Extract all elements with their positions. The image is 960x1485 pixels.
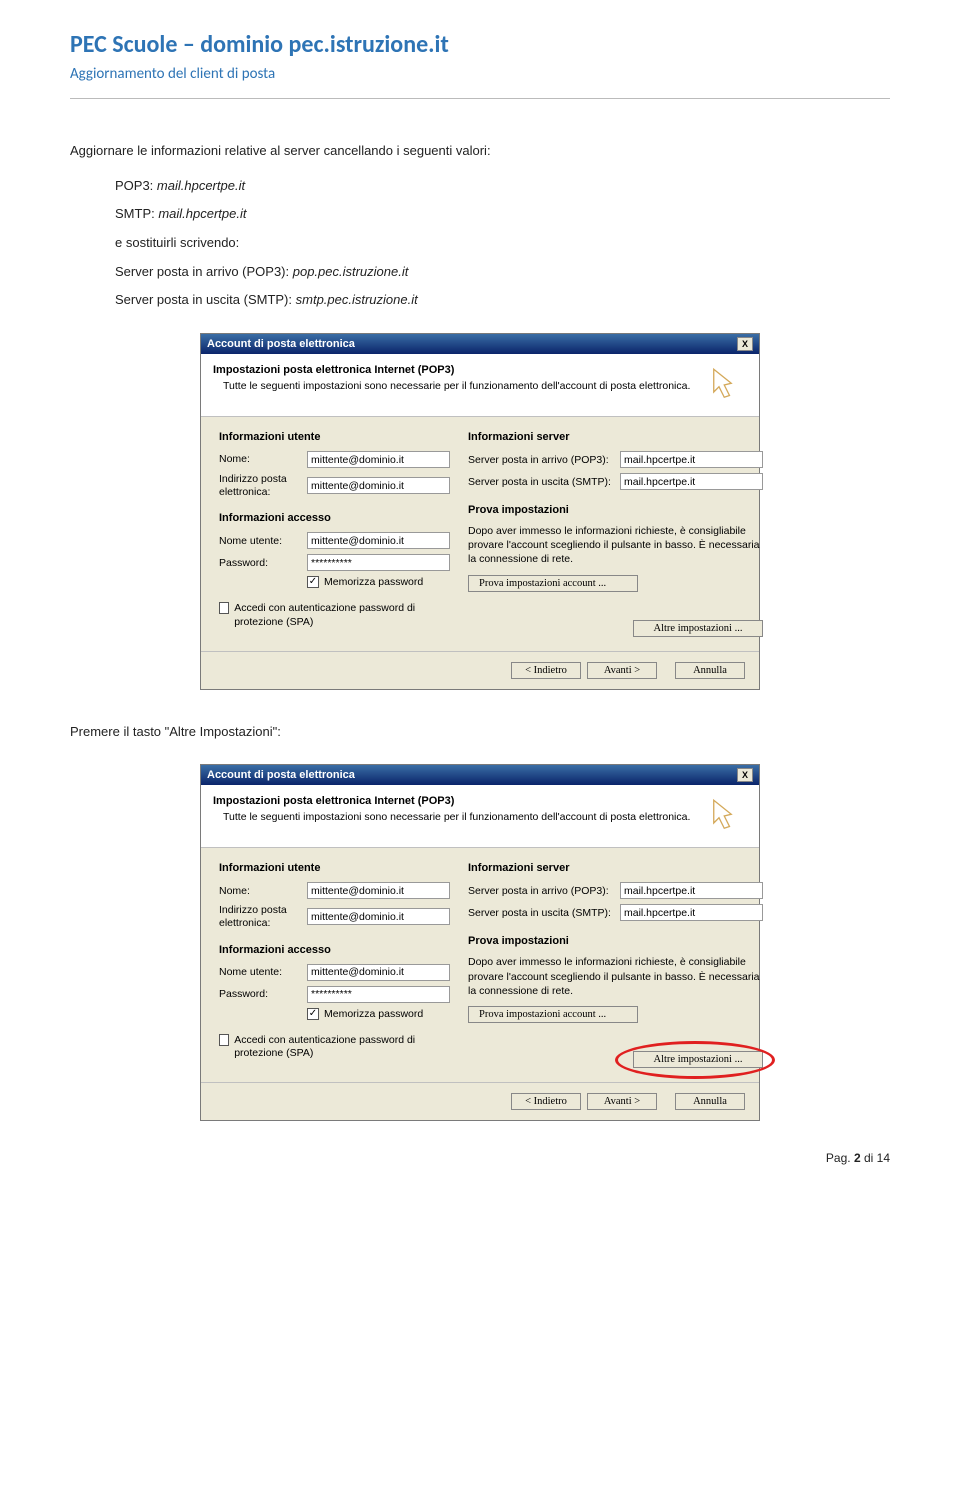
dialog-account-2: Account di posta elettronica X Impostazi… (200, 764, 760, 1121)
pop3-new-label: Server posta in arrivo (POP3): (115, 264, 293, 279)
page-number-post: di 14 (861, 1151, 890, 1165)
section-access-info-2: Informazioni accesso (219, 944, 450, 956)
cancel-button-2[interactable]: Annulla (675, 1093, 745, 1110)
checkbox-spa[interactable] (219, 602, 229, 614)
dialog-header-title: Impostazioni posta elettronica Internet … (213, 364, 695, 376)
label-pop-server-2: Server posta in arrivo (POP3): (468, 885, 616, 897)
input-nome[interactable] (307, 451, 450, 468)
section-test-settings: Prova impostazioni (468, 504, 763, 516)
input-smtp-server-2[interactable] (620, 904, 763, 921)
input-password-2[interactable] (307, 986, 450, 1003)
cursor-hand-icon-2 (705, 795, 747, 837)
smtp-new: Server posta in uscita (SMTP): smtp.pec.… (70, 288, 890, 313)
smtp-old: SMTP: mail.hpcertpe.it (70, 202, 890, 227)
dialog-header-desc-2: Tutte le seguenti impostazioni sono nece… (213, 811, 695, 825)
input-username[interactable] (307, 532, 450, 549)
more-settings-button-2[interactable]: Altre impostazioni ... (633, 1051, 763, 1068)
close-button[interactable]: X (737, 337, 753, 351)
input-email[interactable] (307, 477, 450, 494)
input-password[interactable] (307, 554, 450, 571)
label-nome-2: Nome: (219, 885, 301, 898)
label-password-2: Password: (219, 988, 301, 1001)
smtp-new-value: smtp.pec.istruzione.it (296, 292, 418, 307)
section-access-info: Informazioni accesso (219, 512, 450, 524)
label-email-2: Indirizzo posta elettronica: (219, 904, 301, 929)
label-remember-password: Memorizza password (324, 576, 423, 588)
section-server-info-2: Informazioni server (468, 862, 763, 874)
back-button-2[interactable]: < Indietro (511, 1093, 581, 1110)
intro-paragraph: Aggiornare le informazioni relative al s… (70, 139, 890, 164)
input-nome-2[interactable] (307, 882, 450, 899)
test-account-button-2[interactable]: Prova impostazioni account ... (468, 1006, 638, 1023)
pop3-old: POP3: mail.hpcertpe.it (70, 174, 890, 199)
smtp-label: SMTP: (115, 206, 158, 221)
dialog-footer-2: < Indietro Avanti > Annulla (201, 1082, 759, 1120)
pop3-new: Server posta in arrivo (POP3): pop.pec.i… (70, 260, 890, 285)
checkbox-remember-password[interactable] (307, 576, 319, 588)
input-smtp-server[interactable] (620, 473, 763, 490)
label-spa-2: Accedi con autenticazione password di pr… (234, 1034, 450, 1061)
label-username: Nome utente: (219, 535, 301, 548)
test-account-button[interactable]: Prova impostazioni account ... (468, 575, 638, 592)
label-smtp-server-2: Server posta in uscita (SMTP): (468, 907, 616, 919)
dialog-account-1: Account di posta elettronica X Impostazi… (200, 333, 760, 690)
test-settings-desc: Dopo aver immesso le informazioni richie… (468, 524, 763, 567)
dialog-title-text: Account di posta elettronica (207, 338, 355, 350)
section-user-info: Informazioni utente (219, 431, 450, 443)
test-settings-desc-2: Dopo aver immesso le informazioni richie… (468, 955, 763, 998)
label-spa: Accedi con autenticazione password di pr… (234, 602, 450, 629)
input-pop-server[interactable] (620, 451, 763, 468)
label-remember-password-2: Memorizza password (324, 1008, 423, 1020)
doc-title: PEC Scuole – dominio pec.istruzione.it (70, 30, 890, 59)
input-username-2[interactable] (307, 964, 450, 981)
cancel-button[interactable]: Annulla (675, 662, 745, 679)
checkbox-spa-2[interactable] (219, 1034, 229, 1046)
dialog-footer: < Indietro Avanti > Annulla (201, 651, 759, 689)
header-divider (70, 98, 890, 99)
dialog-header-desc: Tutte le seguenti impostazioni sono nece… (213, 380, 695, 394)
back-button[interactable]: < Indietro (511, 662, 581, 679)
section-test-settings-2: Prova impostazioni (468, 935, 763, 947)
smtp-value: mail.hpcertpe.it (158, 206, 246, 221)
close-button-2[interactable]: X (737, 768, 753, 782)
section-server-info: Informazioni server (468, 431, 763, 443)
dialog-titlebar-2: Account di posta elettronica X (201, 765, 759, 785)
dialog-titlebar: Account di posta elettronica X (201, 334, 759, 354)
input-pop-server-2[interactable] (620, 882, 763, 899)
more-settings-button[interactable]: Altre impostazioni ... (633, 620, 763, 637)
dialog-header-2: Impostazioni posta elettronica Internet … (201, 785, 759, 848)
replace-text: e sostituirli scrivendo: (70, 231, 890, 256)
label-smtp-server: Server posta in uscita (SMTP): (468, 476, 616, 488)
dialog-header-title-2: Impostazioni posta elettronica Internet … (213, 795, 695, 807)
doc-subtitle: Aggiornamento del client di posta (70, 65, 890, 83)
next-button[interactable]: Avanti > (587, 662, 657, 679)
label-pop-server: Server posta in arrivo (POP3): (468, 454, 616, 466)
label-nome: Nome: (219, 453, 301, 466)
label-password: Password: (219, 557, 301, 570)
next-button-2[interactable]: Avanti > (587, 1093, 657, 1110)
pop3-new-value: pop.pec.istruzione.it (293, 264, 409, 279)
pop3-value: mail.hpcertpe.it (157, 178, 245, 193)
page-number-current: 2 (854, 1151, 861, 1165)
checkbox-remember-password-2[interactable] (307, 1008, 319, 1020)
cursor-hand-icon (705, 364, 747, 406)
dialog-title-text-2: Account di posta elettronica (207, 769, 355, 781)
page-number-pre: Pag. (826, 1151, 854, 1165)
section-user-info-2: Informazioni utente (219, 862, 450, 874)
pop3-label: POP3: (115, 178, 157, 193)
label-email: Indirizzo posta elettronica: (219, 473, 301, 498)
press-button-paragraph: Premere il tasto "Altre Impostazioni": (70, 720, 890, 745)
dialog-header: Impostazioni posta elettronica Internet … (201, 354, 759, 417)
page-number: Pag. 2 di 14 (70, 1151, 890, 1165)
input-email-2[interactable] (307, 908, 450, 925)
smtp-new-label: Server posta in uscita (SMTP): (115, 292, 296, 307)
label-username-2: Nome utente: (219, 966, 301, 979)
